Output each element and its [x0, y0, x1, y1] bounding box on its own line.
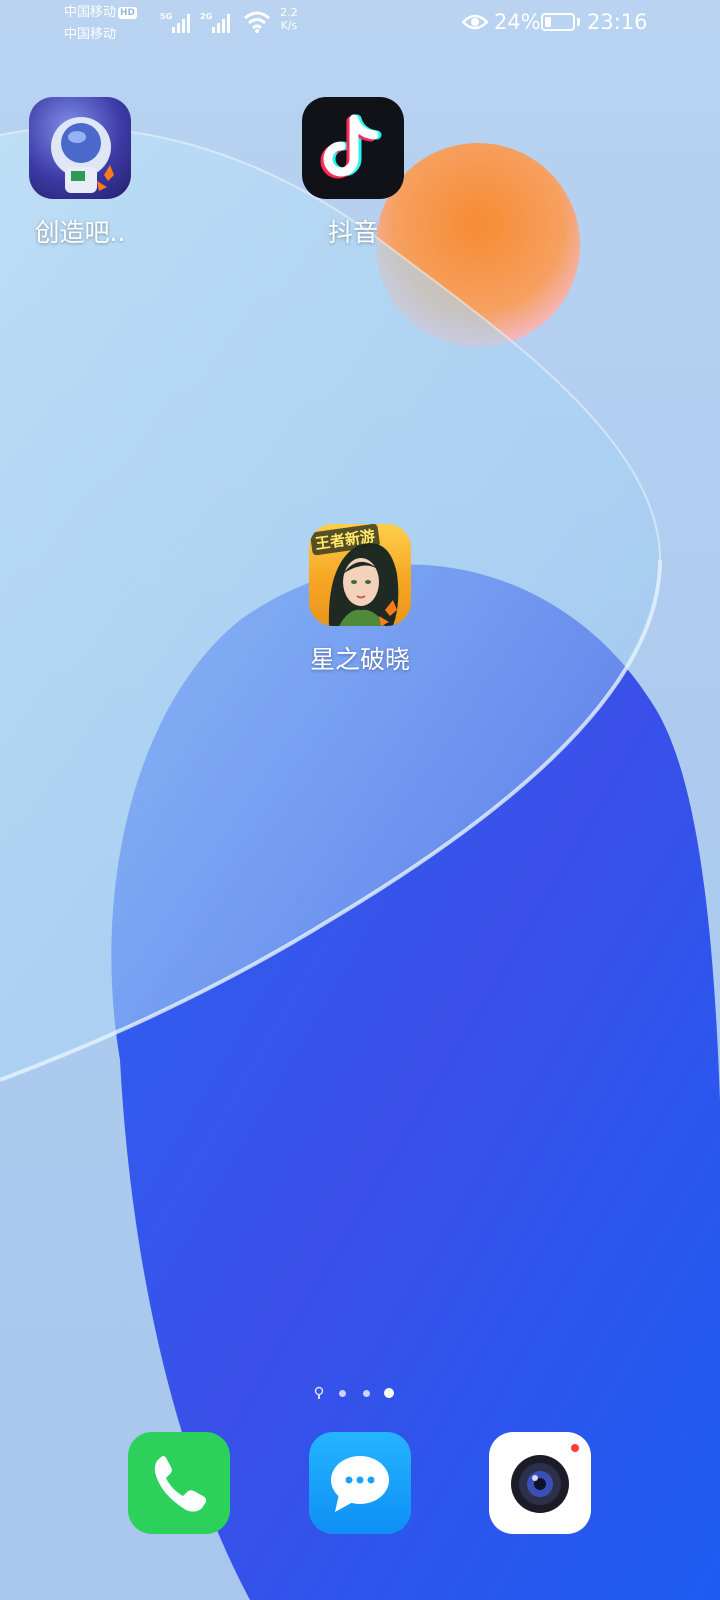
carrier-1-label: 中国移动: [64, 5, 117, 20]
game-character-icon: 王者新游: [309, 524, 411, 626]
app-label: 创造吧..: [34, 218, 126, 247]
battery-percent: 24%: [494, 10, 541, 34]
app-label: 星之破晓: [309, 645, 410, 674]
carrier-2-label: 中国移动: [64, 27, 117, 42]
network-speed-value: 2.2: [280, 6, 298, 19]
app-create[interactable]: 创造吧..: [15, 97, 145, 249]
carrier-1: 中国移动 HD: [64, 5, 138, 21]
battery-icon: [541, 13, 575, 31]
page-indicator[interactable]: [314, 1385, 414, 1401]
signal-icon-1: [172, 14, 190, 33]
phone-icon: [154, 1456, 207, 1512]
page-dot[interactable]: [363, 1390, 370, 1397]
network-speed: 2.2 K/s: [277, 6, 301, 32]
app-douyin[interactable]: 抖音: [288, 97, 418, 249]
battery-tip: [577, 18, 580, 26]
douyin-icon: [302, 97, 404, 199]
page-dot[interactable]: [339, 1390, 346, 1397]
hd-badge: HD: [118, 7, 138, 19]
dock-phone[interactable]: [128, 1432, 230, 1534]
home-page-icon: [314, 1386, 324, 1399]
network-speed-unit: K/s: [280, 19, 298, 32]
app-star-dawn[interactable]: 王者新游 星之破晓: [295, 524, 425, 676]
dock-camera[interactable]: [489, 1432, 591, 1534]
wifi-icon: [244, 11, 270, 33]
battery-fill: [545, 17, 551, 27]
message-icon: [331, 1456, 389, 1512]
eye-comfort-icon: [462, 14, 488, 30]
page-dot-active[interactable]: [384, 1388, 394, 1398]
dock-messages[interactable]: [309, 1432, 411, 1534]
home-screen: 中国移动 HD 中国移动 5G 2G 2.2 K/s 24% 23:16 创造吧…: [0, 0, 720, 1600]
astronaut-game-icon: [29, 97, 131, 199]
camera-icon: [511, 1444, 579, 1513]
app-label: 抖音: [327, 218, 378, 247]
clock: 23:16: [587, 10, 648, 34]
signal-icon-2: [212, 14, 230, 33]
